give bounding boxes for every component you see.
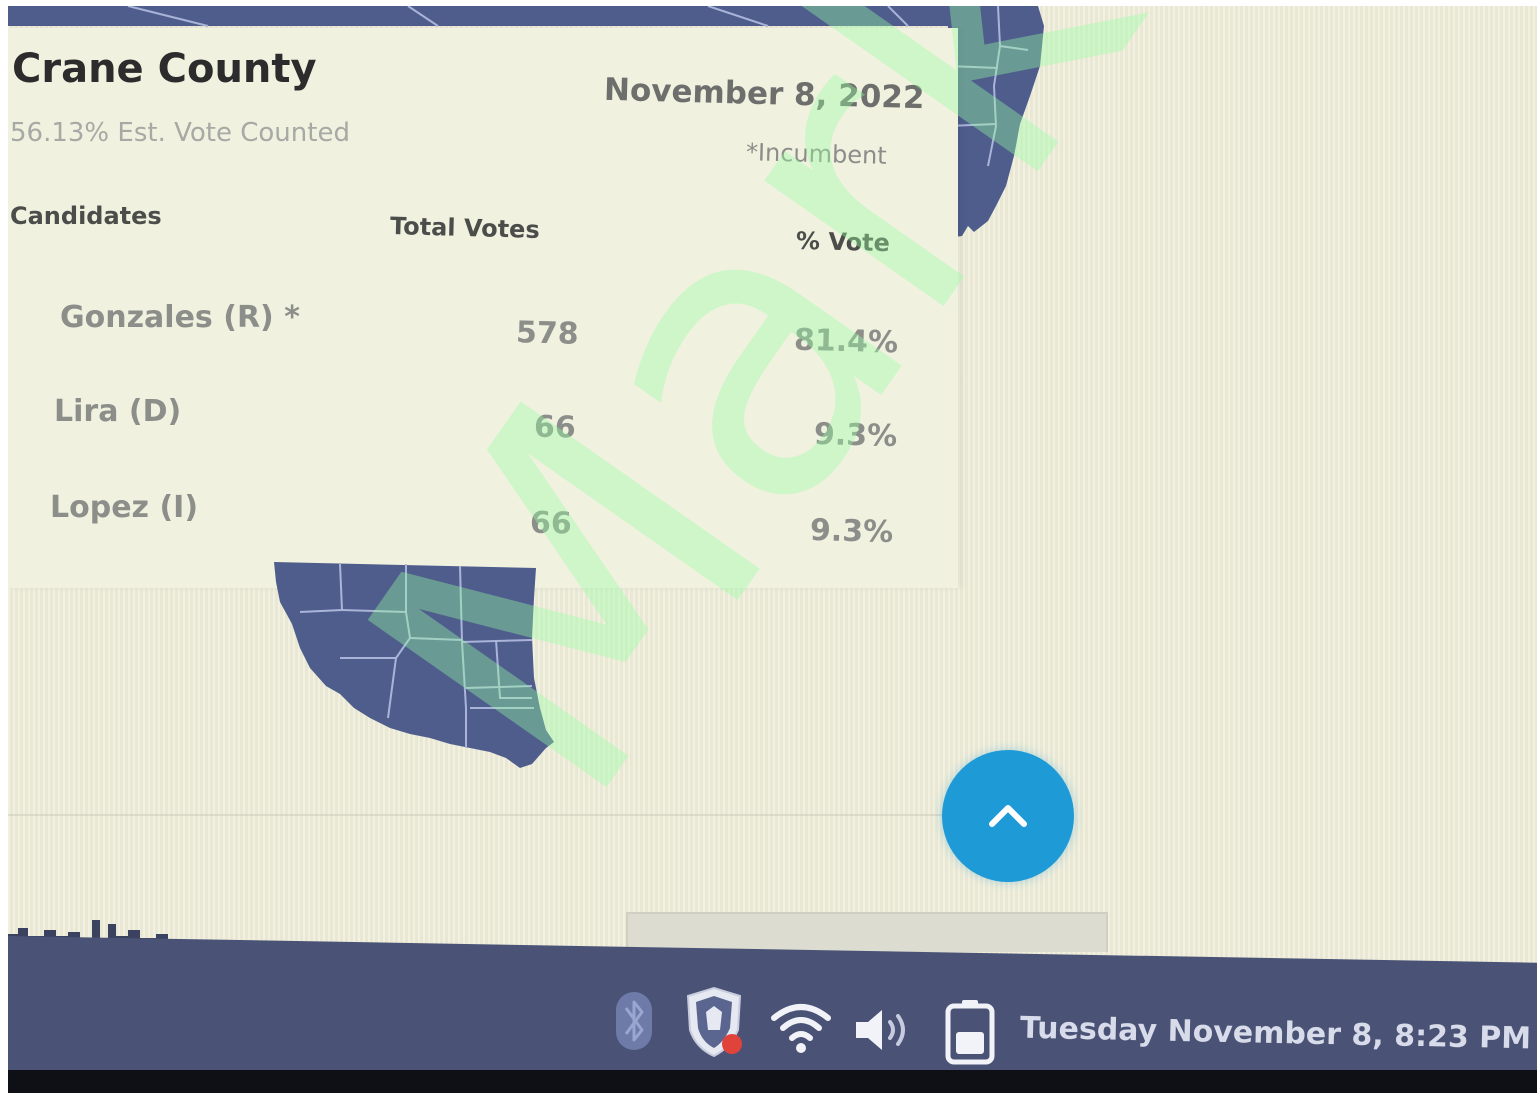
screen-bezel (8, 1070, 1537, 1093)
column-header-candidates: Candidates (10, 202, 162, 230)
map-corner (948, 6, 1044, 238)
screen: Crane County 56.13% Est. Vote Counted No… (8, 6, 1537, 1093)
candidate-votes: 66 (533, 409, 577, 446)
candidate-name: Lira (D) (54, 394, 182, 429)
candidate-name: Gonzales (R) * (60, 300, 300, 335)
candidate-name: Lopez (I) (50, 490, 199, 525)
candidate-pct: 9.3% (813, 416, 898, 455)
column-header-pct-vote: % Vote (795, 226, 891, 258)
volume-icon[interactable] (852, 1004, 916, 1056)
candidate-votes: 66 (529, 505, 573, 542)
battery-icon[interactable] (942, 998, 998, 1066)
vote-counted-status: 56.13% Est. Vote Counted (10, 118, 350, 148)
wifi-icon[interactable] (768, 1000, 834, 1056)
bluetooth-icon[interactable] (612, 990, 656, 1052)
county-title: Crane County (12, 46, 317, 92)
candidate-pct: 81.4% (793, 322, 899, 361)
security-shield-icon[interactable] (682, 986, 748, 1060)
incumbent-note: *Incumbent (745, 138, 888, 170)
section-divider (8, 814, 948, 816)
candidate-pct: 9.3% (809, 512, 894, 551)
county-region-map[interactable] (270, 558, 570, 772)
chevron-up-icon (989, 805, 1027, 827)
candidate-votes: 578 (515, 315, 580, 352)
column-header-total-votes: Total Votes (389, 212, 541, 244)
scroll-to-top-button[interactable] (942, 750, 1074, 882)
app-window-tab[interactable] (626, 912, 1108, 952)
